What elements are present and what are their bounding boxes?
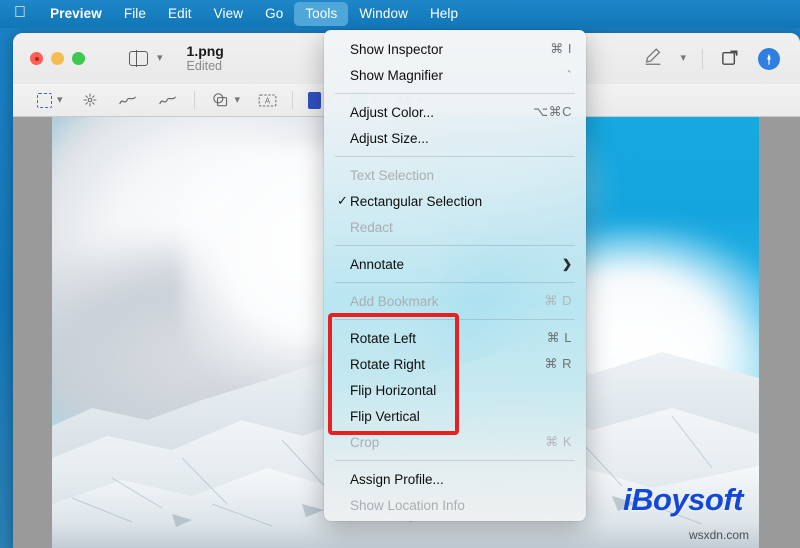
menu-option-label: Text Selection bbox=[350, 167, 435, 183]
menu-option-label: Rectangular Selection bbox=[350, 193, 483, 209]
menu-option-label: Show Magnifier bbox=[350, 67, 444, 83]
menu-option-rotate-right[interactable]: Rotate Right ⌘ R bbox=[324, 351, 586, 377]
tools-dropdown-menu: Show Inspector ⌘ I Show Magnifier ` Adju… bbox=[324, 30, 586, 521]
chevron-down-icon[interactable]: ▾ bbox=[57, 94, 63, 106]
menu-option-flip-horizontal[interactable]: Flip Horizontal bbox=[324, 377, 586, 403]
menu-option-label: Annotate bbox=[350, 256, 405, 272]
menu-option-label: Flip Horizontal bbox=[350, 382, 437, 398]
menu-item-view[interactable]: View bbox=[203, 2, 254, 26]
menu-option-shortcut: ⌘ K bbox=[545, 434, 572, 449]
text-tool[interactable]: A bbox=[258, 93, 277, 108]
menu-option-redact: Redact bbox=[324, 214, 586, 240]
draw-tool[interactable] bbox=[157, 91, 179, 109]
menu-option-adjust-color[interactable]: Adjust Color... ⌥⌘C bbox=[324, 99, 586, 125]
menu-option-label: Crop bbox=[350, 434, 380, 450]
watermark-logo: iBoysoft bbox=[623, 482, 744, 517]
markup-toolbar-icon[interactable] bbox=[758, 47, 780, 70]
menu-option-add-bookmark: Add Bookmark ⌘ D bbox=[324, 288, 586, 314]
menu-separator bbox=[335, 245, 575, 246]
menu-option-label: Redact bbox=[350, 219, 393, 235]
macos-menu-bar:  Preview File Edit View Go Tools Window… bbox=[0, 0, 800, 28]
traffic-light-buttons bbox=[30, 52, 85, 65]
titlebar-tools: ▾ bbox=[642, 45, 786, 73]
menu-option-shortcut: ⌥⌘C bbox=[533, 104, 572, 119]
menu-option-shortcut: ⌘ D bbox=[544, 293, 572, 308]
apple-logo-icon[interactable]:  bbox=[14, 4, 39, 24]
menu-item-window[interactable]: Window bbox=[348, 2, 419, 26]
menu-option-flip-vertical[interactable]: Flip Vertical bbox=[324, 403, 586, 429]
close-button[interactable] bbox=[30, 52, 43, 65]
menu-separator bbox=[335, 156, 575, 157]
sidebar-toggle-button[interactable]: ▾ bbox=[129, 50, 163, 67]
watermark-url: wsxdn.com bbox=[688, 528, 749, 542]
menu-item-preview[interactable]: Preview bbox=[39, 2, 113, 26]
menu-separator bbox=[335, 93, 575, 94]
instant-alpha-tool[interactable] bbox=[81, 91, 99, 109]
menu-option-label: Adjust Color... bbox=[350, 104, 435, 120]
menu-option-label: Assign Profile... bbox=[350, 471, 444, 487]
menu-item-tools[interactable]: Tools bbox=[294, 2, 349, 26]
menu-separator bbox=[335, 319, 575, 320]
rectangular-selection-icon bbox=[37, 92, 52, 108]
menu-option-rotate-left[interactable]: Rotate Left ⌘ L bbox=[324, 325, 586, 351]
maximize-button[interactable] bbox=[72, 52, 85, 65]
menu-option-shortcut: ` bbox=[567, 67, 572, 83]
menu-option-text-selection: Text Selection bbox=[324, 162, 586, 188]
menu-item-file[interactable]: File bbox=[113, 2, 157, 26]
screenshot-root:  Preview File Edit View Go Tools Window… bbox=[0, 0, 800, 548]
chevron-right-icon: ❯ bbox=[561, 257, 572, 271]
border-color-icon bbox=[308, 91, 322, 109]
svg-text:A: A bbox=[265, 96, 271, 105]
menu-separator bbox=[335, 282, 575, 283]
menu-option-show-inspector[interactable]: Show Inspector ⌘ I bbox=[324, 36, 586, 62]
chevron-down-icon[interactable]: ▾ bbox=[157, 53, 163, 64]
menu-option-label: Add Bookmark bbox=[350, 293, 439, 309]
toolbar-divider bbox=[193, 91, 195, 109]
menu-option-shortcut: ⌘ R bbox=[544, 356, 572, 371]
minimize-button[interactable] bbox=[51, 52, 64, 65]
document-state: Edited bbox=[186, 59, 222, 74]
menu-option-show-location-info: Show Location Info bbox=[324, 492, 586, 518]
menu-option-rectangular-selection[interactable]: ✓ Rectangular Selection bbox=[324, 188, 586, 214]
chevron-down-icon[interactable]: ▾ bbox=[680, 53, 686, 64]
menu-option-crop: Crop ⌘ K bbox=[324, 429, 586, 455]
menu-option-label: Flip Vertical bbox=[350, 408, 420, 424]
toolbar-divider bbox=[702, 48, 703, 69]
menu-option-shortcut: ⌘ I bbox=[550, 41, 572, 56]
sketch-tool[interactable] bbox=[117, 91, 139, 109]
rotate-icon[interactable] bbox=[719, 45, 742, 73]
menu-option-annotate[interactable]: Annotate ❯ bbox=[324, 251, 586, 277]
menu-option-assign-profile[interactable]: Assign Profile... bbox=[324, 466, 586, 492]
menu-item-go[interactable]: Go bbox=[254, 2, 294, 26]
menu-option-label: Adjust Size... bbox=[350, 130, 429, 146]
menu-separator bbox=[335, 460, 575, 461]
toolbar-divider bbox=[292, 91, 294, 109]
menu-item-edit[interactable]: Edit bbox=[157, 2, 203, 26]
menu-option-label: Rotate Right bbox=[350, 356, 426, 372]
menu-item-help[interactable]: Help bbox=[419, 2, 469, 26]
markup-pen-icon[interactable] bbox=[642, 45, 664, 72]
chevron-down-icon[interactable]: ▾ bbox=[235, 94, 241, 106]
menu-option-show-magnifier[interactable]: Show Magnifier ` bbox=[324, 62, 586, 88]
sidebar-icon bbox=[129, 50, 148, 67]
checkmark-icon: ✓ bbox=[337, 193, 348, 208]
menu-option-label: Show Inspector bbox=[350, 41, 444, 57]
document-name: 1.png bbox=[186, 42, 224, 59]
menu-option-shortcut: ⌘ L bbox=[546, 330, 572, 345]
menu-option-label: Rotate Left bbox=[350, 330, 417, 346]
document-title-block: 1.png Edited bbox=[186, 42, 224, 74]
menu-option-label: Show Location Info bbox=[350, 497, 465, 513]
shapes-tool[interactable]: ▾ bbox=[210, 91, 241, 109]
menu-option-adjust-size[interactable]: Adjust Size... bbox=[324, 125, 586, 151]
rectangular-selection-tool[interactable]: ▾ bbox=[37, 92, 63, 108]
